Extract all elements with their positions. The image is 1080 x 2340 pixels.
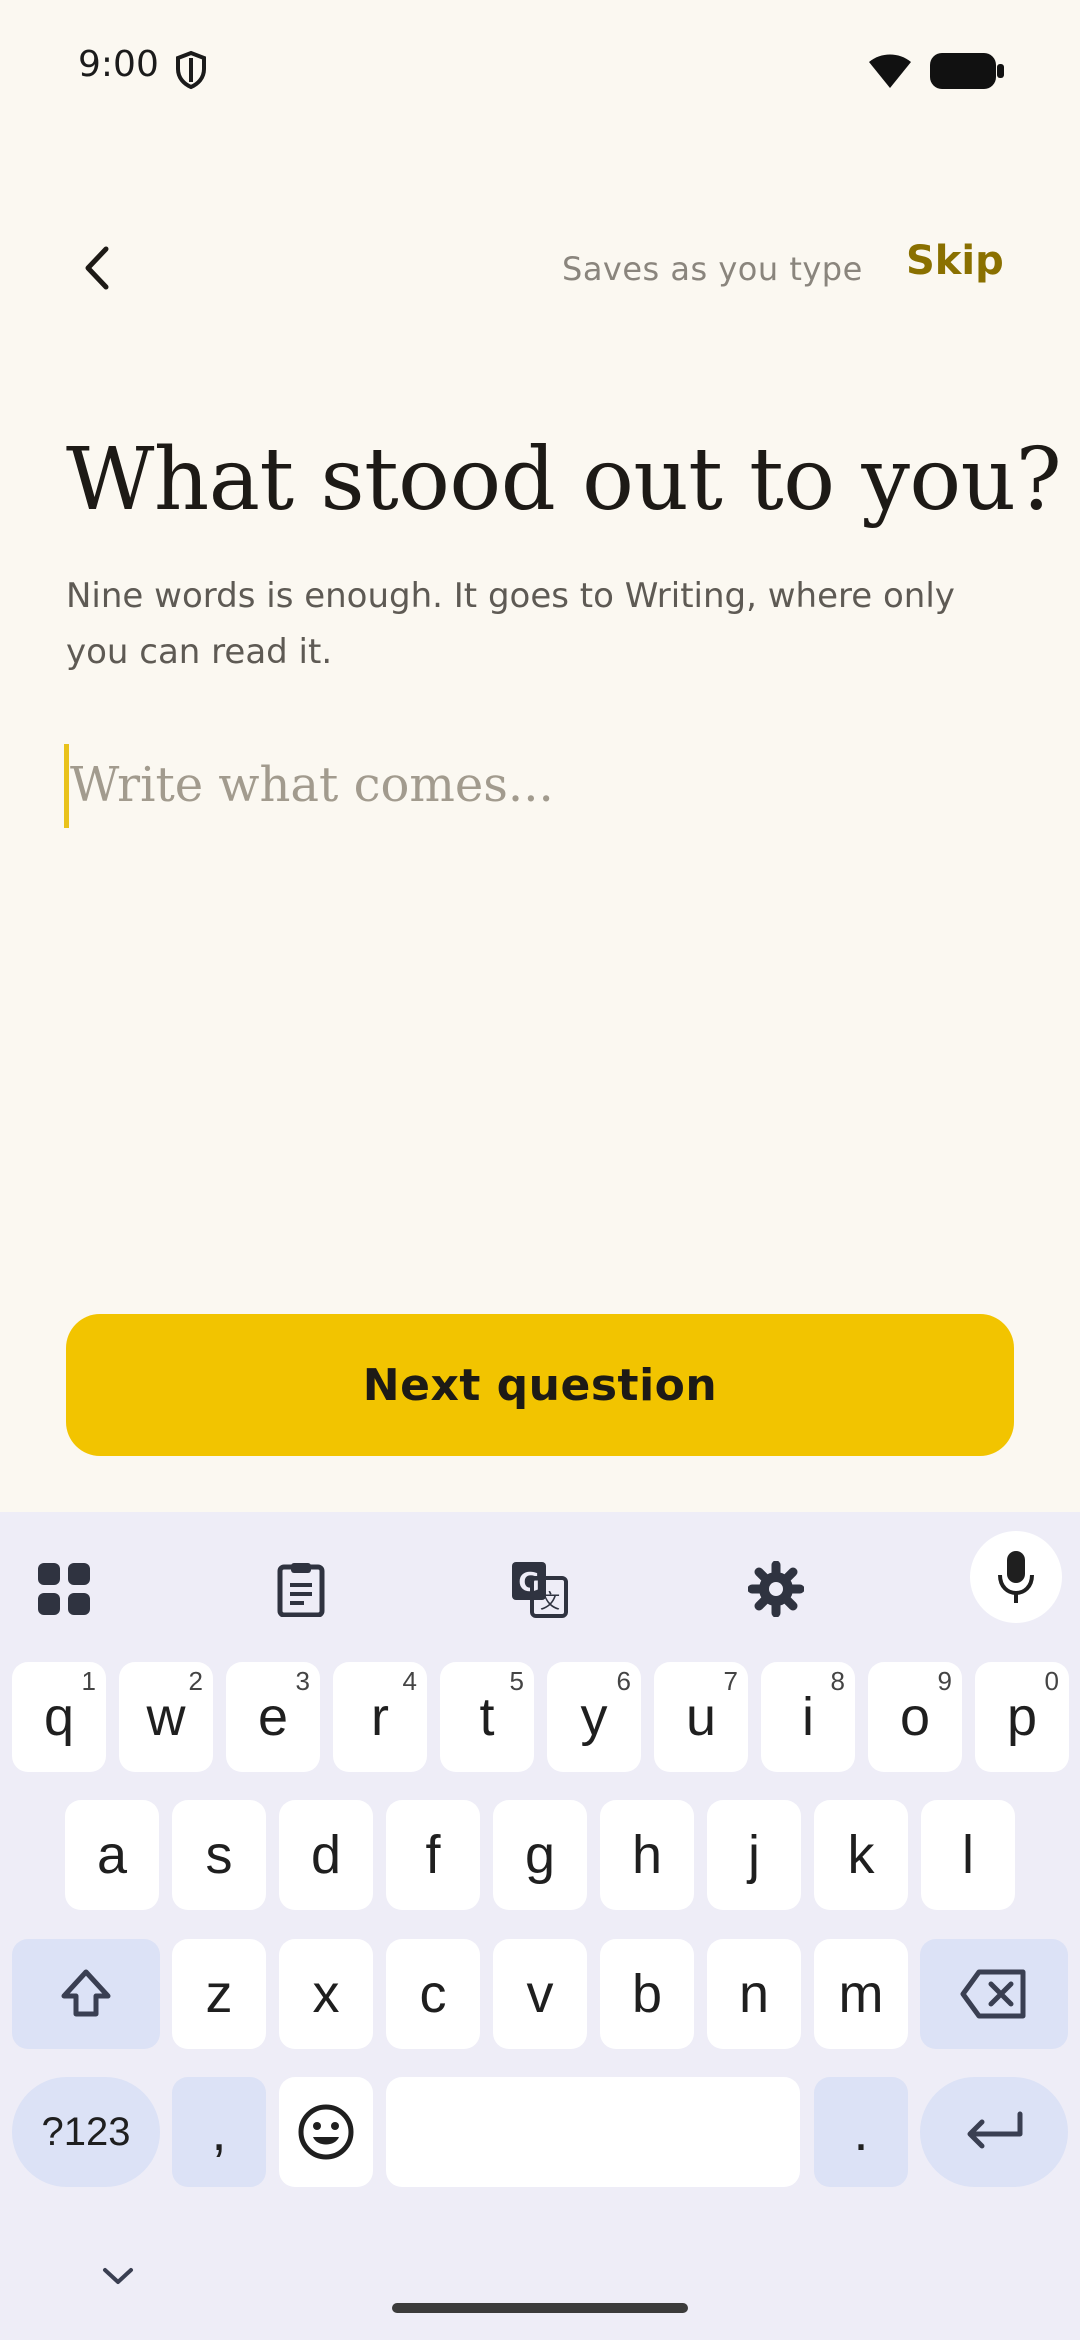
answer-input[interactable] [66, 745, 1020, 825]
key-x[interactable]: x [279, 1939, 373, 2049]
key-z[interactable]: z [172, 1939, 266, 2049]
keyboard-collapse-button[interactable] [96, 2254, 140, 2298]
period-key[interactable]: . [814, 2077, 908, 2187]
key-e[interactable]: e3 [226, 1662, 320, 1772]
key-g[interactable]: g [493, 1800, 587, 1910]
emoji-key[interactable] [279, 2077, 373, 2187]
key-t[interactable]: t5 [440, 1662, 534, 1772]
save-status-text: Saves as you type [562, 250, 863, 288]
key-u[interactable]: u7 [654, 1662, 748, 1772]
enter-arrow-icon [967, 2111, 1023, 2149]
backspace-icon [960, 1969, 1026, 2019]
key-s[interactable]: s [172, 1800, 266, 1910]
key-a[interactable]: a [65, 1800, 159, 1910]
shield-icon [176, 50, 206, 90]
key-d[interactable]: d [279, 1800, 373, 1910]
key-j[interactable]: j [707, 1800, 801, 1910]
svg-text:G: G [518, 1568, 539, 1598]
question-subtitle: Nine words is enough. It goes to Writing… [66, 576, 955, 672]
battery-icon [930, 53, 1004, 89]
microphone-icon[interactable] [970, 1531, 1062, 1623]
status-time: 9:00 [78, 44, 159, 85]
key-o[interactable]: o9 [868, 1662, 962, 1772]
apps-grid-icon[interactable] [16, 1541, 112, 1637]
chevron-down-icon [103, 2268, 133, 2284]
translate-icon[interactable]: G 文 [491, 1541, 587, 1637]
shift-key[interactable] [12, 1939, 160, 2049]
next-question-button[interactable]: Next question [66, 1314, 1014, 1456]
key-b[interactable]: b [600, 1939, 694, 2049]
symbols-key[interactable]: ?123 [12, 2077, 160, 2187]
clipboard-icon[interactable] [253, 1541, 349, 1637]
key-q[interactable]: q1 [12, 1662, 106, 1772]
question-title: What stood out to you? [66, 430, 1062, 530]
key-p[interactable]: p0 [975, 1662, 1069, 1772]
key-i[interactable]: i8 [761, 1662, 855, 1772]
key-l[interactable]: l [921, 1800, 1015, 1910]
key-c[interactable]: c [386, 1939, 480, 2049]
key-r[interactable]: r4 [333, 1662, 427, 1772]
skip-button[interactable]: Skip [906, 238, 1004, 284]
key-m[interactable]: m [814, 1939, 908, 2049]
key-f[interactable]: f [386, 1800, 480, 1910]
key-n[interactable]: n [707, 1939, 801, 2049]
settings-gear-icon[interactable] [728, 1541, 824, 1637]
back-button[interactable] [66, 238, 126, 298]
comma-key[interactable]: , [172, 2077, 266, 2187]
key-k[interactable]: k [814, 1800, 908, 1910]
key-w[interactable]: w2 [119, 1662, 213, 1772]
key-v[interactable]: v [493, 1939, 587, 2049]
wifi-icon [869, 54, 911, 88]
shift-arrow-icon [61, 1969, 111, 2017]
key-y[interactable]: y6 [547, 1662, 641, 1772]
enter-key[interactable] [920, 2077, 1068, 2187]
svg-text:文: 文 [540, 1589, 560, 1613]
chevron-left-icon [85, 246, 109, 290]
key-h[interactable]: h [600, 1800, 694, 1910]
home-indicator[interactable] [392, 2303, 688, 2313]
backspace-key[interactable] [920, 1939, 1068, 2049]
space-bar[interactable] [386, 2077, 800, 2187]
emoji-icon [298, 2104, 354, 2160]
